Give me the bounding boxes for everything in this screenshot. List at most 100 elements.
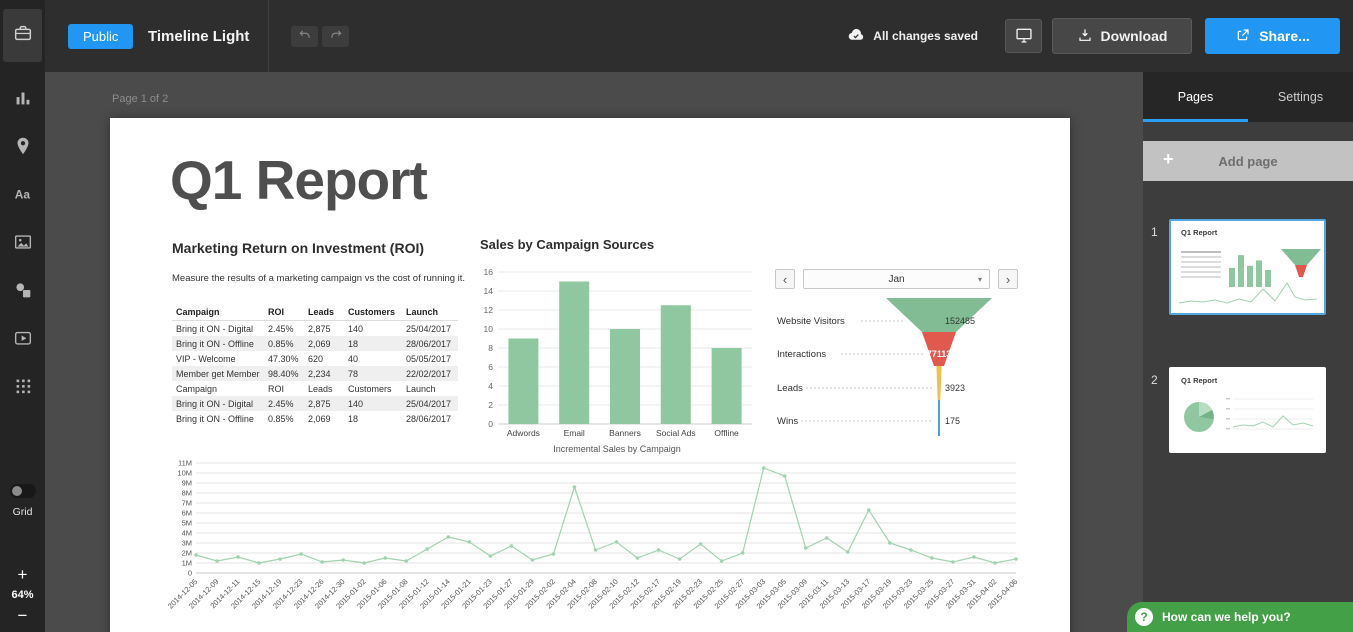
funnel-period-dropdown[interactable]: Jan ▾ <box>803 269 990 289</box>
undo-icon <box>297 28 313 45</box>
table-cell: 2,875 <box>304 321 344 337</box>
svg-text:175: 175 <box>945 416 960 426</box>
download-icon <box>1077 27 1093 46</box>
table-cell: 2,234 <box>304 366 344 381</box>
svg-text:10M: 10M <box>177 469 192 478</box>
roi-heading[interactable]: Marketing Return on Investment (ROI) <box>172 240 424 256</box>
table-header-row: CampaignROILeadsCustomersLaunch <box>172 304 458 321</box>
undo-button[interactable] <box>291 26 318 47</box>
svg-text:16: 16 <box>484 267 494 277</box>
add-page-button[interactable]: + Add page <box>1143 141 1353 181</box>
table-header-cell: Campaign <box>172 304 264 321</box>
images-icon <box>12 231 34 258</box>
table-header-cell: Customers <box>344 304 402 321</box>
sidebar-tool-maps[interactable] <box>11 136 35 160</box>
plus-icon: + <box>1163 149 1174 171</box>
panel-tabs: PagesSettings <box>1143 72 1353 122</box>
table-cell: VIP - Welcome <box>172 351 264 366</box>
table-cell: ROI <box>264 381 304 396</box>
sidebar-tool-shapes[interactable] <box>11 280 35 304</box>
page-number: 2 <box>1151 367 1163 453</box>
zoom-level: 64% <box>11 589 33 601</box>
text-icon: Aa <box>12 183 34 210</box>
table-row: Bring it ON - Offline0.85%2,0691828/06/2… <box>172 411 458 426</box>
svg-text:6M: 6M <box>182 509 192 518</box>
right-panel: PagesSettings + Add page 1Q1 Report2Q1 R… <box>1143 72 1353 632</box>
help-button[interactable]: ? How can we help you? <box>1127 602 1353 632</box>
bar-chart[interactable]: 0246810121416AdwordsEmailBannersSocial A… <box>472 260 757 455</box>
redo-icon <box>328 28 344 45</box>
public-button[interactable]: Public <box>68 24 133 49</box>
table-header-cell: ROI <box>264 304 304 321</box>
page-thumbnail-2[interactable]: Q1 Report <box>1169 367 1326 453</box>
svg-text:0: 0 <box>188 569 192 578</box>
table-cell: 25/04/2017 <box>402 396 458 411</box>
bar-chart-title[interactable]: Sales by Campaign Sources <box>480 237 654 252</box>
table-cell: 28/06/2017 <box>402 336 458 351</box>
redo-button[interactable] <box>322 26 349 47</box>
table-cell: 2,875 <box>304 396 344 411</box>
zoom-in-button[interactable]: + <box>18 566 28 583</box>
timeline-chart[interactable]: 01M2M3M4M5M6M7M8M9M10M11M2014-12-052014-… <box>162 453 1024 632</box>
grid-toggle[interactable] <box>10 484 36 498</box>
page-indicator: Page 1 of 2 <box>112 93 168 105</box>
page-list: 1Q1 Report2Q1 Report <box>1143 219 1353 453</box>
report-title[interactable]: Q1 Report <box>170 148 427 212</box>
table-cell: 140 <box>344 321 402 337</box>
page-thumbnail-1[interactable]: Q1 Report <box>1169 219 1326 315</box>
table-cell: Member get Member <box>172 366 264 381</box>
bar-chart-svg: 0246810121416AdwordsEmailBannersSocial A… <box>472 260 757 450</box>
sidebar-tool-charts[interactable] <box>11 88 35 112</box>
svg-text:6: 6 <box>488 362 493 372</box>
svg-text:Social Ads: Social Ads <box>656 428 696 438</box>
add-page-label: Add page <box>1218 154 1277 169</box>
sidebar-tool-images[interactable] <box>11 232 35 256</box>
zoom-out-button[interactable]: − <box>18 607 28 624</box>
report-page[interactable]: Q1 Report Marketing Return on Investment… <box>110 118 1070 632</box>
funnel-chart: Website Visitors152485Interactions77113L… <box>775 292 1018 447</box>
table-cell: Customers <box>344 381 402 396</box>
app-window: Aa Grid + 64% − Public Timeline Light Al… <box>0 0 1353 632</box>
left-toolbar: Aa Grid + 64% − <box>0 0 45 632</box>
table-cell: 140 <box>344 396 402 411</box>
page-1-preview <box>1171 239 1324 311</box>
share-button[interactable]: Share... <box>1205 18 1340 54</box>
tab-pages[interactable]: Pages <box>1143 72 1248 122</box>
svg-text:4M: 4M <box>182 529 192 538</box>
table-cell: Bring it ON - Digital <box>172 321 264 337</box>
editor-canvas[interactable]: Page 1 of 2 Q1 Report Marketing Return o… <box>45 72 1143 632</box>
topbar-divider <box>268 0 269 72</box>
svg-text:Wins: Wins <box>777 416 798 427</box>
sidebar-tool-text[interactable]: Aa <box>11 184 35 208</box>
table-cell: Launch <box>402 381 458 396</box>
svg-text:4: 4 <box>488 381 493 391</box>
table-cell: Leads <box>304 381 344 396</box>
page-number: 1 <box>1151 219 1163 315</box>
table-row: Bring it ON - Digital2.45%2,87514025/04/… <box>172 321 458 337</box>
svg-text:14: 14 <box>484 286 494 296</box>
svg-text:8: 8 <box>488 343 493 353</box>
tab-settings[interactable]: Settings <box>1248 72 1353 122</box>
table-cell: 2.45% <box>264 396 304 411</box>
table-cell: 2,069 <box>304 336 344 351</box>
table-cell: 78 <box>344 366 402 381</box>
thumbnail-title: Q1 Report <box>1181 376 1217 385</box>
table-cell: 620 <box>304 351 344 366</box>
funnel-chart-svg: Website Visitors152485Interactions77113L… <box>775 292 1018 442</box>
sidebar-tool-video[interactable] <box>11 328 35 352</box>
table-cell: 40 <box>344 351 402 366</box>
table-cell: 05/05/2017 <box>402 351 458 366</box>
sidebar-tool-elements[interactable] <box>11 376 35 400</box>
svg-text:Website Visitors: Website Visitors <box>777 316 845 327</box>
download-button[interactable]: Download <box>1052 18 1192 54</box>
roi-table[interactable]: CampaignROILeadsCustomersLaunchBring it … <box>172 304 458 426</box>
projects-button[interactable] <box>3 9 42 62</box>
toggle-knob <box>12 486 22 496</box>
document-title[interactable]: Timeline Light <box>148 0 249 72</box>
roi-description[interactable]: Measure the results of a marketing campa… <box>172 273 465 284</box>
funnel-next-button[interactable]: › <box>998 269 1018 289</box>
preview-button[interactable] <box>1005 19 1042 53</box>
funnel-widget[interactable]: ‹ Jan ▾ › Website Visitors152485Interact… <box>775 268 1018 447</box>
funnel-prev-button[interactable]: ‹ <box>775 269 795 289</box>
projects-icon <box>12 22 34 49</box>
